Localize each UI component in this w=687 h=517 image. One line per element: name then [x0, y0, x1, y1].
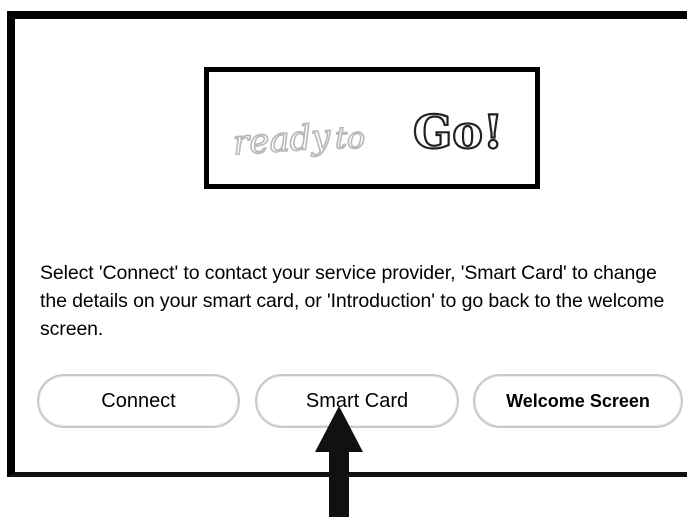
connect-button[interactable]: Connect: [37, 374, 240, 428]
logo-word-go: Go!: [413, 105, 503, 159]
logo-word-ready: ready: [232, 117, 333, 164]
connect-button-label: Connect: [101, 389, 176, 412]
logo-artwork: ready to Go!: [231, 104, 504, 164]
instruction-text: Select 'Connect' to contact your service…: [40, 262, 665, 340]
welcome-screen-button[interactable]: Welcome Screen: [473, 374, 683, 428]
welcome-screen-button-label: Welcome Screen: [506, 390, 650, 411]
pointer-arrow-icon: [315, 406, 363, 517]
logo-word-to: to: [335, 121, 365, 156]
ready-to-go-logo: ready to Go!: [204, 67, 540, 189]
